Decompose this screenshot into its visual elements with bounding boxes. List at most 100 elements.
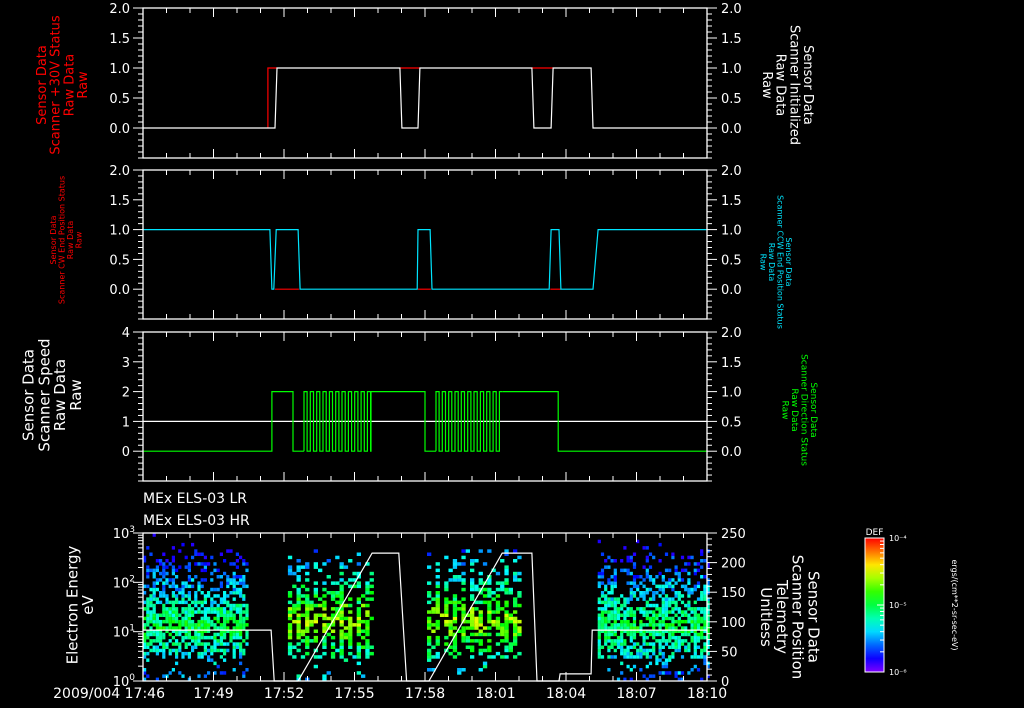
- spectrogram-cell: [504, 549, 509, 553]
- spectrogram-cell: [671, 597, 675, 601]
- spectrogram-cell: [184, 555, 188, 560]
- spectrogram-cell: [216, 616, 220, 621]
- spectrogram-cell: [435, 581, 440, 585]
- spectrogram-cell: [203, 616, 207, 621]
- spectrogram-cell: [171, 626, 175, 630]
- spectrogram-cell: [495, 587, 501, 592]
- spectrogram-cell: [636, 648, 640, 653]
- spectrogram-cell: [613, 575, 617, 579]
- spectrogram-cell: [610, 632, 614, 637]
- spectrogram-cell: [309, 607, 314, 611]
- spectrogram-cell: [604, 610, 608, 614]
- spectrogram-cell: [626, 648, 630, 653]
- spectrogram-cell: [330, 635, 336, 640]
- spectrogram-cell: [693, 584, 697, 589]
- spectrogram-cell: [700, 597, 704, 601]
- spectrogram-cell: [197, 619, 201, 624]
- spectrogram-cell: [146, 584, 150, 589]
- spectrogram-cell: [213, 587, 217, 592]
- spectrogram-cell: [178, 671, 182, 675]
- spectrogram-cell: [687, 600, 691, 605]
- spectrogram-cell: [610, 575, 614, 579]
- spectrogram-cell: [487, 632, 492, 637]
- spectrogram-cell: [245, 568, 249, 573]
- spectrogram-cell: [152, 571, 156, 576]
- spectrogram-cell: [632, 581, 637, 585]
- spectrogram-cell: [636, 587, 640, 592]
- spectrogram-cell: [207, 616, 211, 621]
- x-tick-label: 18:07: [616, 686, 656, 702]
- spectrogram-cell: [194, 562, 198, 566]
- spectrogram-cell: [623, 626, 627, 630]
- spectrogram-cell: [677, 594, 681, 598]
- spectrogram-cell: [168, 562, 172, 566]
- spectrogram-cell: [610, 645, 614, 649]
- spectrogram-cell: [184, 581, 188, 585]
- spectrogram-cell: [703, 584, 707, 589]
- spectrogram-cell: [235, 642, 239, 646]
- spectrogram-cell: [623, 616, 627, 621]
- spectrogram-cell: [664, 613, 669, 617]
- spectrogram-cell: [645, 568, 649, 573]
- spectrogram-cell: [444, 581, 449, 585]
- spectrogram-cell: [474, 626, 479, 630]
- spectrogram-cell: [703, 616, 707, 621]
- spectrogram-cell: [613, 632, 617, 637]
- spectrogram-cell: [162, 562, 166, 566]
- spectrogram-cell: [165, 565, 169, 569]
- spectrogram-cell: [623, 597, 627, 601]
- spectrogram-cell: [668, 623, 672, 627]
- spectrogram-cell: [632, 584, 637, 589]
- spectrogram-cell: [313, 639, 318, 643]
- spectrogram-cell: [687, 616, 691, 621]
- spectrogram-cell: [184, 610, 188, 614]
- spectrogram-cell: [427, 668, 432, 672]
- spectrogram-cell: [687, 632, 691, 637]
- spectrogram-cell: [648, 674, 653, 678]
- spectrogram-cell: [626, 555, 630, 560]
- spectrogram-cell: [162, 587, 166, 592]
- spectrogram-cell: [300, 594, 306, 598]
- axis-label-line: Raw: [74, 231, 83, 248]
- spectrogram-cell: [616, 635, 621, 640]
- spectrogram-cell: [339, 642, 344, 646]
- spectrogram-cell: [661, 619, 665, 624]
- spectrogram-cell: [184, 645, 188, 649]
- spectrogram-cell: [639, 581, 643, 585]
- spectrogram-cell: [200, 552, 204, 556]
- spectrogram-cell: [668, 639, 672, 643]
- spectrogram-cell: [597, 600, 601, 605]
- spectrogram-cell: [607, 597, 611, 601]
- spectrogram-cell: [495, 610, 501, 614]
- spectrogram-cell: [500, 655, 505, 659]
- spectrogram-cell: [661, 584, 665, 589]
- spectrogram-cell: [229, 639, 233, 643]
- spectrogram-cell: [175, 642, 179, 646]
- spectrogram-cell: [229, 549, 233, 553]
- spectrogram-cell: [287, 623, 293, 627]
- spectrogram-cell: [629, 668, 633, 672]
- spectrogram-cell: [152, 639, 156, 643]
- spectrogram-cell: [607, 626, 611, 630]
- spectrogram-cell: [491, 597, 496, 601]
- spectrogram-cell: [203, 568, 207, 573]
- spectrogram-cell: [632, 619, 637, 624]
- spectrogram-cell: [365, 619, 370, 624]
- spectrogram-cell: [623, 648, 627, 653]
- spectrogram-cell: [478, 648, 483, 653]
- spectrogram-cell: [226, 584, 230, 589]
- spectrogram-cell: [223, 591, 227, 595]
- spectrogram-cell: [613, 648, 617, 653]
- spectrogram-cell: [178, 600, 182, 605]
- spectrogram-cell: [184, 642, 188, 646]
- spectrogram-cell: [339, 616, 344, 621]
- spectrogram-cell: [693, 568, 697, 573]
- spectrogram-cell: [435, 639, 440, 643]
- spectrogram-cell: [645, 559, 649, 563]
- spectrogram-cell: [504, 619, 509, 624]
- spectrogram-cell: [645, 648, 649, 653]
- spectrogram-cell: [191, 610, 195, 614]
- spectrogram-cell: [162, 552, 166, 556]
- spectrogram-cell: [171, 668, 175, 672]
- spectrogram-cell: [207, 594, 211, 598]
